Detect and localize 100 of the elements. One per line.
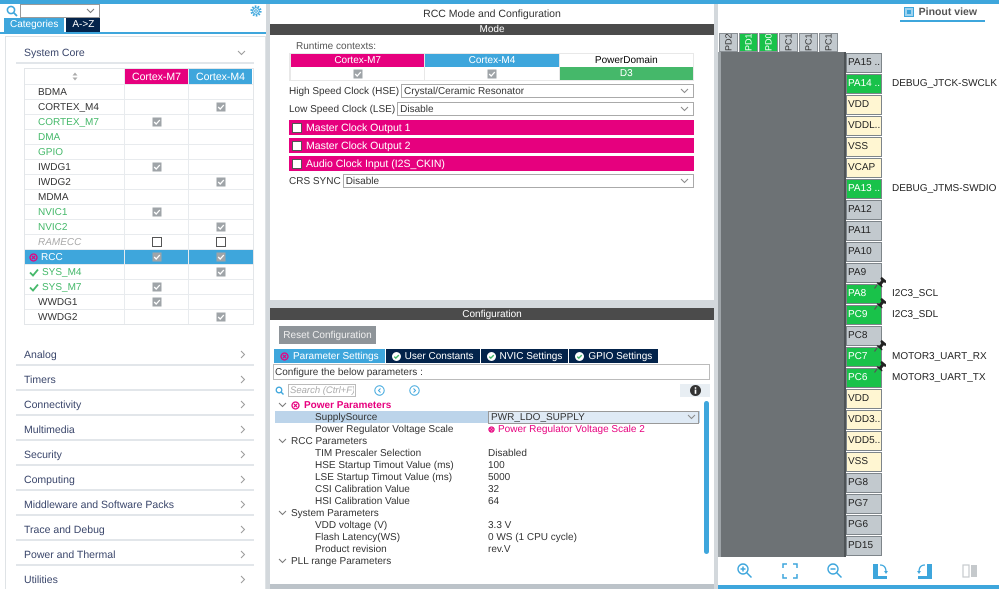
checkbox[interactable] <box>292 140 302 150</box>
checkbox[interactable] <box>216 102 226 112</box>
checkbox[interactable] <box>216 252 226 262</box>
pin[interactable]: PC1 <box>799 32 818 52</box>
scrollbar[interactable] <box>704 401 709 554</box>
checkbox[interactable] <box>292 122 302 132</box>
pin[interactable]: PC8 <box>846 326 882 346</box>
tree-group[interactable]: PLL range Parameters <box>275 555 700 567</box>
checkbox[interactable] <box>292 158 302 168</box>
checkbox[interactable] <box>216 177 226 187</box>
pin[interactable]: VSS <box>846 136 882 157</box>
tree-row[interactable]: TIM Prescaler Selection Disabled <box>275 447 700 459</box>
tree-row[interactable]: LSE Startup Timout Value (ms) 5000 <box>275 471 700 483</box>
dropdown[interactable]: Crystal/Ceramic Resonator <box>401 84 694 98</box>
scrollbar[interactable] <box>270 584 714 589</box>
pin[interactable]: PC1 <box>779 32 798 52</box>
check-circle-icon <box>575 352 584 360</box>
pin[interactable]: PA11 <box>846 220 882 241</box>
pin[interactable]: VSS <box>846 452 882 472</box>
table-row[interactable]: CORTEX_M4 <box>25 99 253 114</box>
checkbox[interactable] <box>216 237 226 247</box>
search-combo[interactable] <box>20 4 100 18</box>
tree-row[interactable]: Product revision rev.V <box>275 543 700 555</box>
category-header[interactable]: Timers <box>16 370 254 391</box>
table-row[interactable]: WWDG2 <box>25 309 253 324</box>
tab[interactable]: Pinout view <box>900 4 985 22</box>
checkbox[interactable] <box>152 237 162 247</box>
tree-group[interactable]: RCC Parameters <box>275 435 700 447</box>
pin[interactable]: VDDL.. <box>846 116 882 136</box>
table-row[interactable]: IWDG1 <box>25 159 253 174</box>
checkbox[interactable] <box>152 117 162 127</box>
checkbox[interactable] <box>216 222 226 232</box>
tree-row[interactable]: VDD voltage (V) 3.3 V <box>275 519 700 531</box>
checkbox[interactable] <box>152 252 162 262</box>
tree-row[interactable]: Power Regulator Voltage Scale Power Regulator Voltage Scale 2 <box>275 423 700 435</box>
checkbox[interactable] <box>152 297 162 307</box>
category-header[interactable]: System Core <box>16 43 254 64</box>
tree-row[interactable]: HSE Startup Timout Value (ms) 100 <box>275 459 700 471</box>
tab[interactable]: User Constants <box>386 349 480 363</box>
pin[interactable]: VDD5.. <box>846 430 882 451</box>
checkbox-row[interactable]: Audio Clock Input (I2S_CKIN) <box>289 156 694 171</box>
category-header[interactable]: Middleware and Software Packs <box>16 495 254 516</box>
tree-row[interactable]: CSI Calibration Value 32 <box>275 483 700 495</box>
checkbox-row[interactable]: Master Clock Output 1 <box>289 120 694 135</box>
pin[interactable]: VDD <box>846 388 882 409</box>
checkbox-row[interactable]: Master Clock Output 2 <box>289 138 694 153</box>
pin[interactable]: PC1 <box>819 32 838 52</box>
pin[interactable]: VCAP <box>846 158 882 178</box>
info-button[interactable] <box>680 384 710 396</box>
zoom-out-icon[interactable] <box>826 562 844 580</box>
pin[interactable]: PG6 <box>846 514 882 535</box>
tree-row[interactable]: Flash Latency(WS) 0 WS (1 CPU cycle) <box>275 531 700 543</box>
pin[interactable]: PD2 <box>719 32 738 52</box>
checkbox[interactable] <box>152 162 162 172</box>
category-header[interactable]: Power and Thermal <box>16 545 254 566</box>
tree-group[interactable]: Power Parameters <box>275 399 700 411</box>
pin[interactable]: PG8 <box>846 472 882 493</box>
pin[interactable]: PA12 <box>846 200 882 220</box>
dropdown[interactable]: PWR_LDO_SUPPLY <box>488 410 699 424</box>
table-row[interactable]: BDMA <box>25 84 253 99</box>
checkbox[interactable] <box>216 312 226 322</box>
dropdown[interactable]: Disable <box>397 102 694 116</box>
next-icon[interactable] <box>409 384 420 396</box>
checkbox[interactable] <box>152 282 162 292</box>
tab[interactable]: NVIC Settings <box>480 349 568 363</box>
fit-screen-icon[interactable] <box>780 562 799 580</box>
pin[interactable]: PG7 <box>846 494 882 514</box>
pin[interactable]: PA9 <box>846 262 882 283</box>
table-row[interactable]: IWDG2 <box>25 174 253 189</box>
category-header[interactable]: Security <box>16 445 254 466</box>
category-header[interactable]: Trace and Debug <box>16 520 254 541</box>
category-header[interactable]: Utilities <box>16 570 254 589</box>
tree-row[interactable]: HSI Calibration Value 64 <box>275 495 700 507</box>
pin[interactable]: VDD3.. <box>846 410 882 430</box>
pin[interactable]: PD15 <box>846 536 882 556</box>
settings-icon[interactable] <box>250 5 262 17</box>
tab[interactable]: A->Z <box>66 18 100 32</box>
checkbox[interactable] <box>352 68 363 78</box>
dropdown[interactable]: Disable <box>342 174 694 188</box>
category-header[interactable]: Connectivity <box>16 395 254 416</box>
checkbox[interactable] <box>152 207 162 217</box>
checkbox[interactable] <box>216 267 226 277</box>
pin[interactable]: PA10 <box>846 242 882 262</box>
category-header[interactable]: Multimedia <box>16 420 254 441</box>
category-header[interactable]: Analog <box>16 345 254 366</box>
rotate-icon[interactable] <box>871 562 890 580</box>
split-view-icon[interactable] <box>961 562 980 580</box>
checkbox[interactable] <box>486 68 497 78</box>
category-header[interactable]: Computing <box>16 470 254 491</box>
pin[interactable]: VDD <box>846 94 882 115</box>
tab[interactable]: GPIO Settings <box>569 349 658 363</box>
tree-group[interactable]: System Parameters <box>275 507 700 519</box>
column-header[interactable]: Cortex-M7 <box>125 69 188 84</box>
zoom-in-icon[interactable] <box>736 562 754 580</box>
previous-icon[interactable] <box>374 384 385 396</box>
pin[interactable]: PA15 .. <box>846 52 882 73</box>
tree-row[interactable]: SupplySource PWR_LDO_SUPPLY <box>275 411 700 423</box>
table-row[interactable]: MDMA <box>25 189 253 204</box>
rotate-icon[interactable] <box>916 562 934 580</box>
table-row[interactable]: WWDG1 <box>25 294 253 309</box>
